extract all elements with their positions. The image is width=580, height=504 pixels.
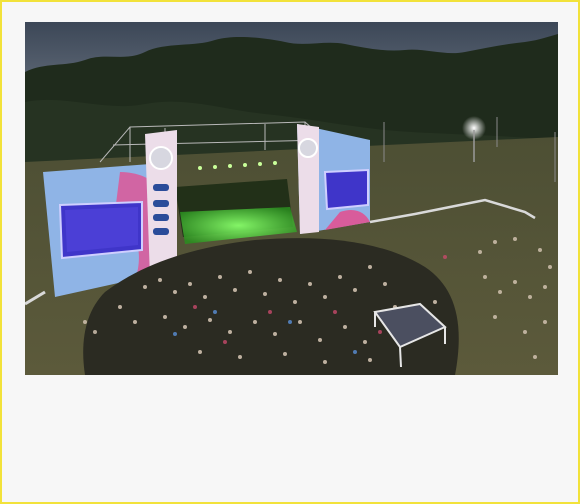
video-screen-icon: [323, 168, 369, 211]
logo-seal: [298, 138, 318, 158]
screen-glow: [65, 207, 138, 252]
image-frame: [0, 0, 580, 504]
aerial-concert-scene: [25, 22, 558, 375]
logo-seal: [149, 146, 173, 170]
concert-photo: [25, 22, 558, 375]
